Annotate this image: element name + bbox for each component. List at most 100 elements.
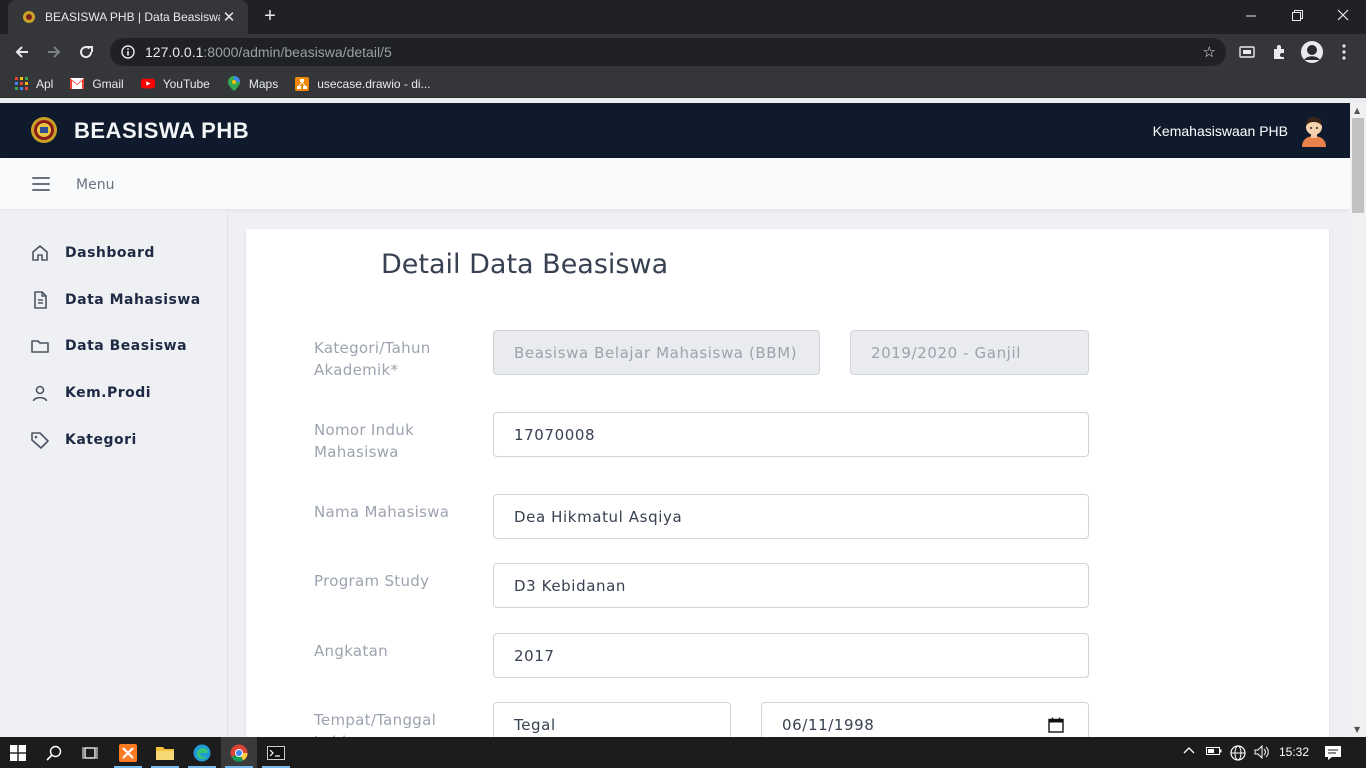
youtube-icon (140, 77, 155, 91)
tahun-akademik-field[interactable]: 2019/2020 - Ganjil (850, 330, 1089, 375)
prodi-field[interactable]: D3 Kebidanan (493, 563, 1089, 608)
file-explorer-icon[interactable] (147, 737, 183, 768)
bookmark-label: Gmail (92, 76, 124, 91)
bookmark-label: usecase.drawio - di... (317, 76, 431, 91)
search-icon[interactable] (36, 737, 72, 768)
nim-field[interactable]: 17070008 (493, 412, 1089, 457)
sidebar-item-data-beasiswa[interactable]: Data Beasiswa (30, 334, 187, 358)
sidebar-item-kem-prodi[interactable]: Kem.Prodi (30, 381, 151, 405)
scroll-up-icon[interactable]: ▲ (1354, 106, 1362, 115)
bookmark-label: YouTube (162, 76, 210, 91)
site-info-icon[interactable] (121, 45, 135, 59)
kategori-field[interactable]: Beasiswa Belajar Mahasiswa (BBM) (493, 330, 820, 375)
drawio-icon (295, 76, 310, 91)
kategori-label: Kategori/Tahun Akademik* (314, 339, 431, 379)
url-path: :8000/admin/beasiswa/detail/5 (203, 44, 392, 60)
sidebar-item-label: Kategori (65, 432, 137, 448)
bookmark-label: Apl (36, 76, 54, 91)
reload-icon[interactable] (73, 39, 99, 65)
new-tab-icon[interactable]: + (259, 5, 281, 27)
maps-pin-icon (227, 76, 241, 91)
sidebar-item-kategori[interactable]: Kategori (30, 428, 137, 452)
terminal-icon[interactable] (258, 737, 294, 768)
app-brand[interactable]: BEASISWA PHB (74, 118, 249, 144)
user-name[interactable]: Kemahasiswaan PHB (1153, 123, 1288, 139)
close-window-icon[interactable] (1320, 0, 1366, 30)
profile-avatar[interactable] (1300, 40, 1324, 64)
detail-card: Detail Data Beasiswa Kategori/Tahun Akad… (246, 229, 1329, 737)
clock-time[interactable]: 15:32 (1279, 745, 1309, 759)
phb-logo-icon (30, 116, 58, 144)
windows-start-icon[interactable] (0, 737, 36, 768)
tempat-lahir-field[interactable]: Tegal (493, 702, 731, 737)
hamburger-menu-icon[interactable] (32, 177, 50, 191)
network-globe-icon[interactable] (1230, 745, 1246, 764)
tab-title: BEASISWA PHB | Data Beasiswa (45, 10, 220, 24)
tag-icon (30, 430, 50, 450)
extensions-icon[interactable] (1269, 42, 1289, 62)
sidebar-item-label: Kem.Prodi (65, 385, 152, 401)
bookmarks-bar: Apl Gmail YouTube Maps usecase.drawio - … (0, 70, 1366, 98)
angkatan-field[interactable]: 2017 (493, 633, 1089, 678)
gmail-icon (70, 77, 85, 91)
nama-label: Nama Mahasiswa (314, 503, 450, 521)
home-icon (30, 243, 50, 263)
ttl-label: Tempat/Tanggal Lahir (314, 711, 437, 737)
tray-overflow-icon[interactable] (1183, 745, 1195, 760)
bookmark-gmail[interactable]: Gmail (70, 76, 124, 91)
bookmark-maps[interactable]: Maps (227, 76, 279, 91)
back-icon[interactable] (9, 39, 35, 65)
bookmark-star-icon[interactable]: ☆ (1203, 43, 1216, 61)
task-view-icon[interactable] (72, 737, 108, 768)
nim-label: Nomor Induk Mahasiswa (314, 421, 415, 461)
cast-icon[interactable] (1237, 42, 1257, 62)
sidebar-item-dashboard[interactable]: Dashboard (30, 241, 155, 265)
bookmark-youtube[interactable]: YouTube (140, 76, 210, 91)
browser-toolbar: 127.0.0.1:8000/admin/beasiswa/detail/5 ☆ (0, 34, 1366, 70)
sidebar: Dashboard Data Mahasiswa Data Beasiswa K… (0, 210, 228, 737)
user-icon (30, 383, 50, 403)
document-icon (30, 290, 50, 310)
browser-tab-strip: BEASISWA PHB | Data Beasiswa ✕ + (0, 0, 1366, 34)
chrome-taskbar-icon[interactable] (221, 737, 257, 768)
sidebar-item-label: Data Beasiswa (65, 338, 188, 354)
app-header: BEASISWA PHB Kemahasiswaan PHB (0, 103, 1350, 158)
site-favicon-icon (22, 10, 36, 24)
page-scrollbar[interactable]: ▲ ▼ (1350, 103, 1366, 737)
battery-icon[interactable] (1206, 745, 1222, 760)
browser-menu-icon[interactable] (1334, 42, 1354, 62)
sidebar-item-label: Dashboard (65, 245, 155, 261)
sidebar-item-label: Data Mahasiswa (65, 292, 201, 308)
windows-taskbar: 15:32 (0, 737, 1366, 768)
scroll-down-icon[interactable]: ▼ (1354, 725, 1362, 734)
forward-icon[interactable] (41, 39, 67, 65)
prodi-label: Program Study (314, 572, 430, 590)
bookmark-apps[interactable]: Apl (14, 77, 53, 91)
angkatan-label: Angkatan (314, 642, 388, 660)
tanggal-lahir-field[interactable]: 06/11/1998 (761, 702, 1089, 737)
url-host: 127.0.0.1 (145, 44, 204, 60)
web-page: BEASISWA PHB Kemahasiswaan PHB Menu Dash… (0, 103, 1350, 737)
folder-icon (30, 336, 50, 356)
edge-icon[interactable] (184, 737, 220, 768)
scrollbar-thumb[interactable] (1352, 118, 1364, 213)
apps-grid-icon (14, 77, 28, 91)
menu-bar: Menu (0, 158, 1350, 210)
user-avatar[interactable] (1300, 115, 1328, 147)
tab-close-icon[interactable]: ✕ (220, 8, 238, 26)
tanggal-lahir-value: 06/11/1998 (782, 715, 875, 734)
sidebar-item-data-mahasiswa[interactable]: Data Mahasiswa (30, 288, 201, 312)
nama-field[interactable]: Dea Hikmatul Asqiya (493, 494, 1089, 539)
volume-icon[interactable] (1254, 744, 1270, 762)
bookmark-drawio[interactable]: usecase.drawio - di... (295, 76, 431, 91)
notification-icon[interactable] (1324, 745, 1342, 764)
xampp-icon[interactable] (110, 737, 146, 768)
browser-tab[interactable]: BEASISWA PHB | Data Beasiswa ✕ (8, 0, 248, 34)
restore-icon[interactable] (1274, 0, 1320, 30)
menu-label[interactable]: Menu (76, 177, 114, 193)
bookmark-label: Maps (248, 76, 279, 91)
page-title: Detail Data Beasiswa (381, 249, 669, 280)
address-bar[interactable]: 127.0.0.1:8000/admin/beasiswa/detail/5 ☆ (110, 38, 1226, 66)
calendar-icon[interactable] (1048, 717, 1064, 733)
minimize-icon[interactable] (1228, 0, 1274, 30)
